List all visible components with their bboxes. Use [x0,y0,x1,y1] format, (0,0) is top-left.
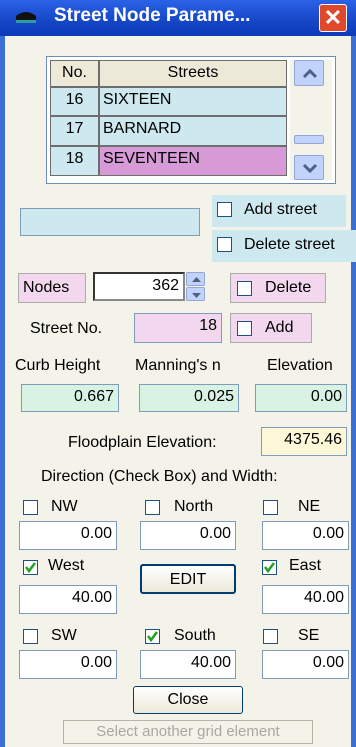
mannings-n-label: Manning's n [135,357,221,374]
edit-button[interactable]: EDIT [140,564,236,594]
floodplain-elevation-label: Floodplain Elevation: [68,434,217,451]
se-checkbox[interactable] [263,629,278,644]
dialog-body: No. Streets 16 SIXTEEN 17 BARNARD 18 SEV… [5,36,356,747]
south-label: South [174,627,216,644]
delete-street-option[interactable]: Delete street [212,230,356,262]
checkmark-icon [25,562,36,574]
west-label: West [48,557,85,574]
west-width-field[interactable]: 40.00 [19,585,117,614]
north-checkbox[interactable] [145,500,160,515]
east-label: East [289,557,322,574]
add-street-label: Add street [244,201,317,218]
dialog-window: Street Node Parame... ✕ No. Streets 16 S… [0,0,356,747]
row-18-street-selected[interactable]: SEVENTEEN [99,146,287,176]
elevation-label: Elevation [267,357,333,374]
scroll-up-button[interactable] [294,60,324,86]
arrow-up-icon [192,277,201,282]
scroll-down-button[interactable] [294,155,324,180]
nodes-spinner[interactable] [186,272,205,301]
ne-checkbox[interactable] [263,500,278,515]
ne-label: NE [298,498,321,515]
nodes-input[interactable]: 362 [93,272,185,301]
add-street-checkbox[interactable] [217,202,232,217]
row-16-street[interactable]: SIXTEEN [99,87,287,116]
floodplain-elevation-field[interactable]: 4375.46 [261,427,347,456]
streets-scrollbar[interactable] [290,60,332,180]
west-checkbox[interactable] [23,560,38,575]
chevron-down-icon [302,163,318,174]
add-node-checkbox[interactable] [237,321,252,336]
add-node-option[interactable]: Add [230,313,312,343]
delete-street-checkbox[interactable] [217,237,232,252]
nodes-label: Nodes [23,279,70,296]
curb-height-field[interactable]: 0.667 [21,384,119,412]
close-window-button[interactable]: ✕ [319,4,347,32]
east-checkbox[interactable] [262,560,277,575]
add-street-option[interactable]: Add street [212,195,346,227]
status-bar: Select another grid element [63,720,313,744]
row-16-no[interactable]: 16 [50,87,99,116]
delete-node-label: Delete [265,279,312,296]
checkmark-icon [147,631,158,643]
sw-checkbox[interactable] [23,629,38,644]
row-18-no[interactable]: 18 [50,146,99,176]
street-name-input[interactable] [20,208,200,236]
spin-down-button[interactable] [186,287,205,301]
street-no-label: Street No. [30,320,103,337]
delete-node-option[interactable]: Delete [230,273,326,303]
chevron-up-icon [302,68,318,79]
delete-street-label: Delete street [244,236,335,253]
title-bar[interactable]: Street Node Parame... ✕ [0,0,356,36]
column-header-no: No. [50,60,99,87]
delete-node-checkbox[interactable] [237,281,252,296]
row-17-street[interactable]: BARNARD [99,116,287,146]
east-width-field[interactable]: 40.00 [262,585,349,614]
nodes-label-box: Nodes [18,273,86,303]
nw-checkbox[interactable] [23,500,38,515]
add-node-label: Add [265,319,294,336]
direction-title: Direction (Check Box) and Width: [41,468,278,485]
mannings-n-field[interactable]: 0.025 [139,384,239,412]
street-no-field: 18 [134,313,222,343]
nw-label: NW [51,498,78,515]
se-width-field[interactable]: 0.00 [262,650,349,679]
nw-width-field[interactable]: 0.00 [19,521,117,550]
row-17-no[interactable]: 17 [50,116,99,146]
spin-up-button[interactable] [186,272,205,286]
south-checkbox[interactable] [145,629,160,644]
sw-width-field[interactable]: 0.00 [19,650,117,679]
south-width-field[interactable]: 40.00 [140,650,236,679]
close-button[interactable]: Close [133,686,243,714]
streets-list[interactable]: No. Streets 16 SIXTEEN 17 BARNARD 18 SEV… [46,56,336,184]
se-label: SE [298,627,320,644]
north-width-field[interactable]: 0.00 [140,521,236,550]
north-label: North [174,498,214,515]
app-icon [16,12,36,23]
elevation-field[interactable]: 0.00 [255,384,347,412]
window-title: Street Node Parame... [54,5,251,26]
sw-label: SW [51,627,77,644]
ne-width-field[interactable]: 0.00 [262,521,349,550]
scroll-thumb[interactable] [294,135,324,144]
column-header-streets: Streets [99,60,287,87]
arrow-down-icon [192,293,201,298]
curb-height-label: Curb Height [15,357,101,374]
checkmark-icon [264,562,275,574]
